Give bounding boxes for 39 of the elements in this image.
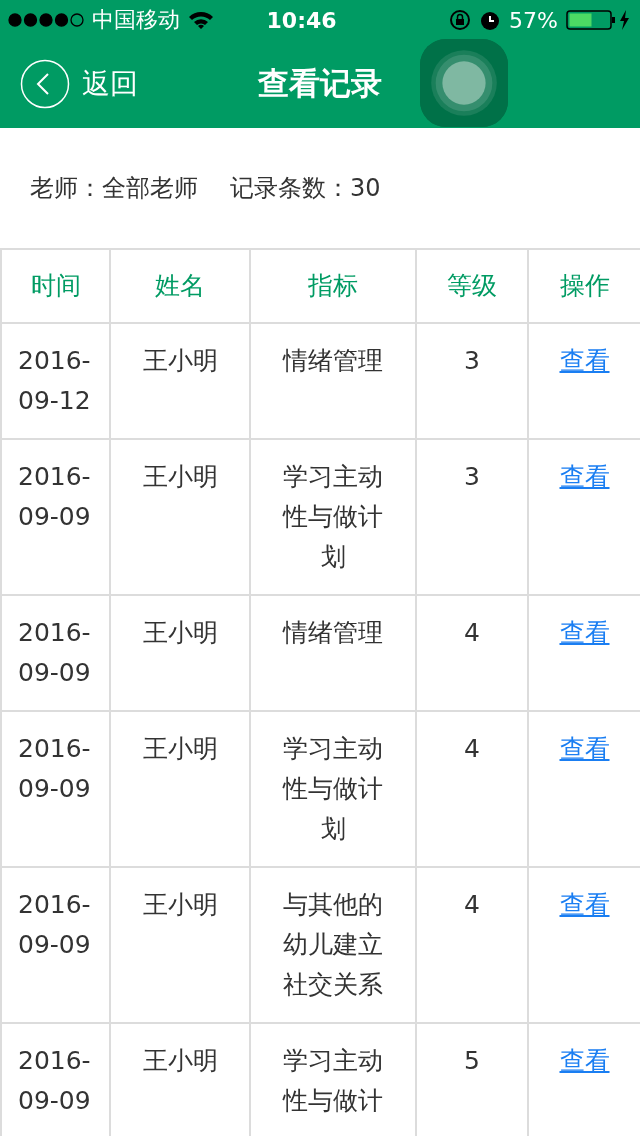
date-cell: 2016-09-09 — [1, 595, 110, 711]
view-link[interactable]: 查看 — [559, 618, 610, 647]
back-button[interactable]: 返回 — [20, 59, 138, 109]
name-cell: 王小明 — [110, 323, 250, 439]
level-cell: 3 — [416, 439, 528, 595]
carrier-name: 中国移动 — [92, 6, 180, 34]
column-header: 姓名 — [110, 249, 250, 323]
level-cell: 4 — [416, 711, 528, 867]
indicator-cell: 情绪管理 — [250, 595, 416, 711]
indicator-cell: 与其他的幼儿建立社交关系 — [250, 867, 416, 1023]
status-time: 10:46 — [266, 7, 337, 33]
level-cell: 4 — [416, 867, 528, 1023]
column-header: 操作 — [528, 249, 640, 323]
date-cell: 2016-09-09 — [1, 1023, 110, 1136]
date-cell: 2016-09-12 — [1, 323, 110, 439]
battery-percent: 57% — [509, 7, 558, 33]
indicator-cell: 情绪管理 — [250, 323, 416, 439]
date-cell: 2016-09-09 — [1, 439, 110, 595]
column-header: 指标 — [250, 249, 416, 323]
column-header: 时间 — [1, 249, 110, 323]
view-link[interactable]: 查看 — [559, 734, 610, 763]
view-link[interactable]: 查看 — [559, 346, 610, 375]
level-cell: 3 — [416, 323, 528, 439]
name-cell: 王小明 — [110, 711, 250, 867]
view-link[interactable]: 查看 — [559, 462, 610, 491]
date-cell: 2016-09-09 — [1, 711, 110, 867]
name-cell: 王小明 — [110, 867, 250, 1023]
date-cell: 2016-09-09 — [1, 867, 110, 1023]
column-header: 等级 — [416, 249, 528, 323]
record-count: 记录条数：30 — [230, 173, 381, 204]
level-cell: 4 — [416, 595, 528, 711]
teacher-filter: 老师：全部老师 — [30, 173, 198, 204]
indicator-cell: 学习主动性与做计划 — [250, 439, 416, 595]
name-cell: 王小明 — [110, 595, 250, 711]
view-link[interactable]: 查看 — [559, 890, 610, 919]
view-link[interactable]: 查看 — [559, 1046, 610, 1075]
name-cell: 王小明 — [110, 439, 250, 595]
indicator-cell: 学习主动性与做计划 — [250, 711, 416, 867]
page-title: 查看记录 — [258, 65, 382, 101]
